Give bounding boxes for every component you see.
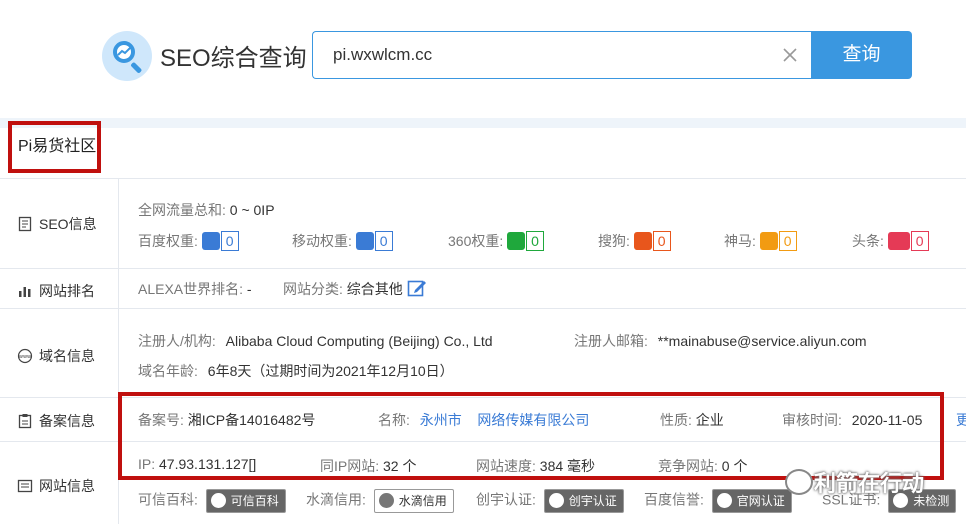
app-title: SEO综合查询	[160, 45, 307, 72]
alexa-row: ALEXA世界排名: -	[138, 279, 252, 299]
search-box[interactable]	[312, 31, 812, 79]
cert-badge[interactable]: 可信百科	[205, 489, 286, 513]
weight-value: 0	[374, 231, 393, 252]
weight-label: 搜狗:	[598, 233, 630, 249]
category-label: 网站分类:	[283, 281, 343, 297]
header-divider	[0, 118, 966, 128]
cert-badge-text: 创宇认证	[568, 494, 617, 508]
clipboard-icon	[18, 414, 32, 429]
cert-kexin: 可信百科: 可信百科	[138, 489, 286, 513]
icp-more-link[interactable]: 更	[956, 410, 966, 430]
bar-chart-icon	[19, 287, 31, 297]
cert-badge-text: 水滴信用	[398, 494, 447, 508]
sidebar-item-siteinfo[interactable]: 网站信息	[0, 476, 118, 496]
category-value: 综合其他	[346, 281, 403, 297]
weight-sogou[interactable]: 搜狗: 0	[598, 231, 671, 252]
cert-label: 百度信誉:	[644, 491, 704, 508]
weight-value: 0	[220, 231, 239, 252]
weight-baidu[interactable]: 百度权重: 0	[138, 231, 239, 252]
cert-badge-text: 可信百科	[230, 494, 279, 508]
sidebar-item-icp[interactable]: 备案信息	[0, 411, 118, 431]
v-check-icon	[548, 493, 564, 508]
sidebar-item-seo[interactable]: SEO信息	[0, 214, 118, 234]
sidebar-item-ranking[interactable]: 网站排名	[0, 281, 118, 301]
weight-360[interactable]: 360权重: 0	[448, 231, 544, 252]
drop-icon	[378, 493, 394, 508]
clear-icon[interactable]	[781, 46, 799, 64]
sidebar-item-label: 域名信息	[39, 348, 95, 364]
360-icon	[507, 232, 526, 251]
app-logo	[102, 31, 152, 81]
baidu-paw-icon	[355, 232, 374, 251]
wechat-icon	[785, 469, 813, 495]
cert-label: 可信百科:	[138, 491, 198, 508]
weight-toutiao[interactable]: 头条: 0	[852, 231, 929, 252]
weight-label: 神马:	[724, 233, 756, 249]
age-row: 域名年龄: 6年8天（过期时间为2021年12月10日）	[138, 361, 454, 381]
weight-value: 0	[526, 231, 544, 252]
weight-label: 移动权重:	[292, 233, 352, 249]
search-input[interactable]	[333, 44, 773, 66]
email-value: **mainabuse@service.aliyun.com	[657, 333, 867, 349]
cert-baidu: 百度信誉: 官网认证	[644, 489, 792, 513]
sogou-icon	[633, 232, 652, 251]
sidebar-item-label: 备案信息	[39, 413, 95, 429]
baidu-paw-icon	[716, 493, 732, 508]
cert-chuangyu: 创宇认证: 创宇认证	[476, 489, 624, 513]
magnifier-icon	[113, 41, 135, 63]
weight-label: 头条:	[852, 233, 884, 249]
weight-label: 360权重:	[448, 233, 504, 249]
watermark: 利箭在行动	[814, 471, 925, 496]
traffic-row: 全网流量总和: 0 ~ 0IP	[138, 200, 275, 220]
weight-value: 0	[778, 231, 797, 252]
registrant-label: 注册人/机构:	[138, 333, 216, 349]
edit-icon[interactable]	[407, 278, 427, 298]
weight-label: 百度权重:	[138, 233, 198, 249]
category-row: 网站分类: 综合其他	[283, 279, 427, 300]
age-value: 6年8天（过期时间为2021年12月10日）	[207, 363, 454, 379]
email-label: 注册人邮箱:	[574, 333, 648, 349]
www-icon: www	[17, 348, 33, 364]
svg-text:www: www	[19, 354, 31, 360]
toutiao-icon	[887, 232, 910, 251]
sidebar-item-label: SEO信息	[39, 216, 97, 232]
doc-icon	[18, 216, 32, 232]
list-icon	[17, 479, 33, 493]
cert-label: 水滴信用:	[306, 491, 366, 508]
sidebar-item-label: 网站信息	[39, 478, 95, 494]
traffic-label: 全网流量总和:	[138, 202, 226, 218]
divider	[0, 308, 966, 309]
cert-shuidi: 水滴信用: 水滴信用	[306, 489, 454, 513]
weight-mobile[interactable]: 移动权重: 0	[292, 231, 393, 252]
email-row: 注册人邮箱: **mainabuse@service.aliyun.com	[574, 331, 867, 351]
divider	[0, 268, 966, 269]
weight-shenma[interactable]: 神马: 0	[724, 231, 797, 252]
sidebar-item-domain[interactable]: www 域名信息	[0, 346, 118, 366]
traffic-value: 0 ~ 0IP	[229, 202, 275, 218]
registrant-value: Alibaba Cloud Computing (Beijing) Co., L…	[225, 333, 493, 349]
weight-value: 0	[652, 231, 671, 252]
cert-badge[interactable]: 创宇认证	[543, 489, 624, 513]
cert-badge[interactable]: 水滴信用	[373, 489, 454, 513]
site-name: Pi易货社区	[8, 121, 101, 173]
age-label: 域名年龄:	[138, 363, 198, 379]
search-button[interactable]: 查询	[811, 31, 912, 79]
sidebar-item-label: 网站排名	[39, 283, 95, 299]
registrant-row: 注册人/机构: Alibaba Cloud Computing (Beijing…	[138, 331, 493, 351]
cert-badge[interactable]: 官网认证	[711, 489, 792, 513]
baidu-paw-icon	[201, 232, 220, 251]
shenma-icon	[759, 232, 778, 251]
cert-label: 创宇认证:	[476, 491, 536, 508]
cert-badge-text: 官网认证	[736, 494, 785, 508]
alexa-label: ALEXA世界排名:	[138, 281, 244, 297]
divider	[0, 178, 966, 179]
shield-icon	[210, 493, 226, 508]
weight-value: 0	[910, 231, 929, 252]
alexa-value: -	[246, 281, 252, 297]
